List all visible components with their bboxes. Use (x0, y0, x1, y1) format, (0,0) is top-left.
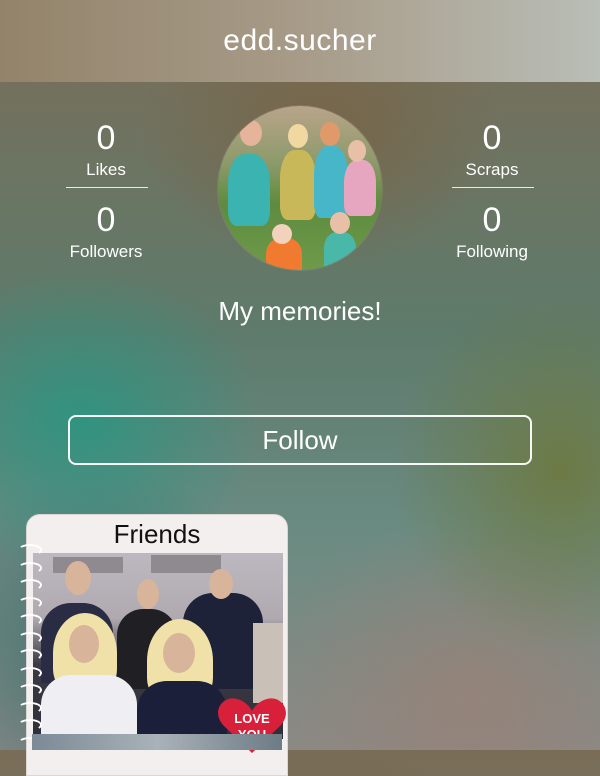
likes-divider (66, 187, 148, 188)
followers-label: Followers (69, 242, 143, 261)
notebook-ring (18, 684, 42, 696)
scraps-divider (452, 187, 534, 188)
avatar-figure (344, 160, 376, 216)
following-stat[interactable]: 0 Following (447, 202, 537, 262)
notebook-ring (18, 561, 42, 574)
avatar-figure (228, 154, 270, 226)
photo-element (137, 681, 227, 739)
notebook-ring (18, 666, 42, 679)
avatar-figure (348, 140, 366, 162)
scraps-label: Scraps (465, 160, 519, 179)
photo-element (41, 675, 137, 739)
notebook-ring (18, 719, 42, 731)
avatar-figure (330, 212, 350, 234)
notebook-ring (18, 544, 42, 556)
username-title: edd.sucher (223, 24, 377, 57)
likes-label: Likes (86, 160, 126, 179)
avatar-figure (280, 150, 316, 220)
likes-stat[interactable]: 0 Likes (61, 120, 151, 180)
photo-element (69, 625, 99, 663)
avatar-figure (272, 224, 292, 244)
photo-element (137, 579, 159, 609)
scrap-card-title: Friends (113, 519, 201, 549)
photo-element (65, 561, 91, 595)
notebook-ring (18, 649, 42, 661)
photo-element (163, 633, 195, 673)
likes-count: 0 (96, 119, 116, 157)
avatar-figure (324, 232, 356, 270)
sticker-text-line: LOVE (234, 711, 270, 726)
followers-stat[interactable]: 0 Followers (61, 202, 151, 262)
notebook-rings (18, 538, 42, 750)
next-scrap-photo[interactable] (32, 734, 282, 750)
photo-element (253, 623, 283, 703)
notebook-ring (18, 631, 42, 644)
avatar-figure (240, 120, 262, 146)
profile-header: edd.sucher (0, 0, 600, 82)
followers-count: 0 (96, 201, 116, 239)
profile-bio: My memories! (218, 296, 382, 326)
scraps-count: 0 (482, 119, 502, 157)
notebook-ring (18, 614, 42, 626)
scraps-stat[interactable]: 0 Scraps (447, 120, 537, 180)
profile-avatar[interactable] (218, 106, 382, 270)
notebook-ring (18, 596, 42, 609)
notebook-ring (18, 701, 42, 714)
avatar-figure (314, 146, 348, 218)
notebook-ring (18, 579, 42, 591)
photo-element (151, 555, 221, 573)
avatar-figure (288, 124, 308, 148)
following-label: Following (456, 242, 528, 261)
follow-button[interactable]: Follow (68, 415, 532, 465)
sticker-text: LOVE (234, 711, 270, 726)
photo-element (209, 569, 233, 599)
following-count: 0 (482, 201, 502, 239)
avatar-figure (320, 122, 340, 146)
